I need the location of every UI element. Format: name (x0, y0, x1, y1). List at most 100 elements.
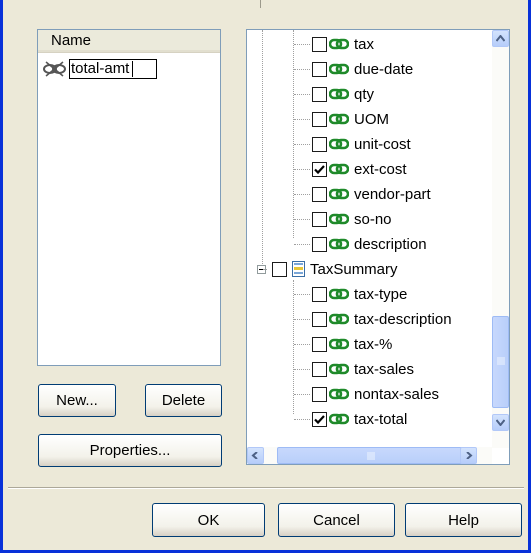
tree-line (294, 219, 310, 220)
tree-field-node[interactable]: tax-% (312, 332, 392, 356)
tree-field-node[interactable]: description (312, 232, 427, 256)
horizontal-scroll-thumb[interactable] (277, 447, 463, 464)
checkbox[interactable] (312, 86, 327, 102)
properties-button-label: Properties... (89, 442, 171, 459)
tree-line (262, 30, 263, 272)
checkbox[interactable] (312, 336, 327, 352)
link-icon (329, 63, 349, 75)
tree-field-node[interactable]: qty (312, 82, 374, 106)
checkbox[interactable] (272, 261, 287, 277)
link-icon (329, 238, 349, 250)
help-button[interactable]: Help (405, 503, 522, 537)
tree-line (294, 319, 310, 320)
link-icon (329, 363, 349, 375)
grip-icon (367, 452, 375, 460)
tree-node-label: ext-cost (354, 160, 407, 178)
horizontal-scrollbar[interactable] (247, 447, 492, 464)
checkbox[interactable] (312, 211, 327, 227)
tree-node-label: vendor-part (354, 185, 431, 203)
tree-node-label: tax-% (354, 335, 393, 353)
top-separator (260, 0, 261, 8)
tree-group-node[interactable]: TaxSummary (257, 257, 398, 281)
checkbox[interactable] (312, 236, 327, 252)
tree-field-node[interactable]: ext-cost (312, 157, 407, 181)
vertical-scroll-thumb[interactable] (492, 316, 509, 408)
checkbox[interactable] (312, 36, 327, 52)
help-button-label: Help (448, 511, 479, 529)
tree-line (294, 69, 310, 70)
checkbox[interactable] (312, 386, 327, 402)
link-icon (329, 113, 349, 125)
dialog-separator (8, 487, 524, 489)
tree-line (294, 294, 310, 295)
tree-node-label: tax-sales (354, 360, 415, 378)
tree-field-node[interactable]: due-date (312, 57, 413, 81)
tree-line (294, 194, 310, 195)
tree-line (294, 394, 310, 395)
tree-field-node[interactable]: unit-cost (312, 132, 411, 156)
link-icon (329, 413, 349, 425)
checkbox[interactable] (312, 136, 327, 152)
tree-node-label: qty (354, 85, 375, 103)
link-icon (329, 138, 349, 150)
delete-button[interactable]: Delete (145, 384, 222, 417)
name-edit-value: total-amt (71, 60, 130, 77)
tree-field-node[interactable]: tax (312, 32, 374, 56)
name-list-item[interactable]: total-amt (42, 58, 157, 80)
tree-node-label: UOM (354, 110, 389, 128)
tree-node-label: tax (354, 35, 375, 53)
link-icon (329, 313, 349, 325)
vertical-scrollbar[interactable] (492, 30, 509, 448)
tree-line (263, 269, 267, 270)
name-edit-field[interactable]: total-amt (69, 59, 157, 79)
window-frame-left (0, 0, 3, 553)
tree-field-node[interactable]: tax-description (312, 307, 452, 331)
tree-node-label: unit-cost (354, 135, 411, 153)
checkbox[interactable] (312, 286, 327, 302)
checkbox[interactable] (312, 411, 327, 427)
delete-button-label: Delete (161, 392, 206, 409)
group-icon (292, 261, 305, 277)
checkmark-icon (314, 414, 325, 424)
cancel-button[interactable]: Cancel (278, 503, 395, 537)
linked-field-icon (43, 61, 66, 77)
tree-line (294, 44, 310, 45)
scroll-up-button[interactable] (492, 30, 509, 47)
tree-field-node[interactable]: tax-sales (312, 357, 414, 381)
tree-field-node[interactable]: UOM (312, 107, 389, 131)
tree-field-node[interactable]: tax-total (312, 407, 407, 431)
tree-line (294, 344, 310, 345)
properties-button[interactable]: Properties... (38, 434, 222, 467)
link-icon (329, 288, 349, 300)
checkmark-icon (314, 164, 325, 174)
checkbox[interactable] (312, 111, 327, 127)
scroll-down-button[interactable] (492, 414, 509, 431)
tree-line (294, 419, 310, 420)
name-list[interactable]: Name total-amt (37, 29, 221, 366)
tree-line (294, 94, 310, 95)
ok-button[interactable]: OK (152, 503, 265, 537)
field-tree[interactable]: tax due-date qty UOM unit-cost ext-cost vendor… (246, 29, 510, 465)
tree-field-node[interactable]: so-no (312, 207, 392, 231)
checkbox[interactable] (312, 161, 327, 177)
grip-icon (497, 357, 505, 365)
link-icon (329, 213, 349, 225)
checkbox[interactable] (312, 61, 327, 77)
tree-field-node[interactable]: tax-type (312, 282, 407, 306)
tree-line (294, 169, 310, 170)
new-button[interactable]: New... (38, 384, 116, 417)
tree-line (294, 244, 310, 245)
checkbox[interactable] (312, 361, 327, 377)
new-button-label: New... (56, 392, 98, 409)
tree-line (294, 369, 310, 370)
arrow-up-icon (496, 35, 505, 42)
scroll-right-button[interactable] (460, 447, 477, 464)
scroll-left-button[interactable] (247, 447, 264, 464)
tree-field-node[interactable]: nontax-sales (312, 382, 439, 406)
tree-node-label: tax-type (354, 285, 408, 303)
name-column-header[interactable]: Name (38, 30, 220, 53)
checkbox[interactable] (312, 186, 327, 202)
tree-field-node[interactable]: vendor-part (312, 182, 431, 206)
checkbox[interactable] (312, 311, 327, 327)
link-icon (329, 338, 349, 350)
